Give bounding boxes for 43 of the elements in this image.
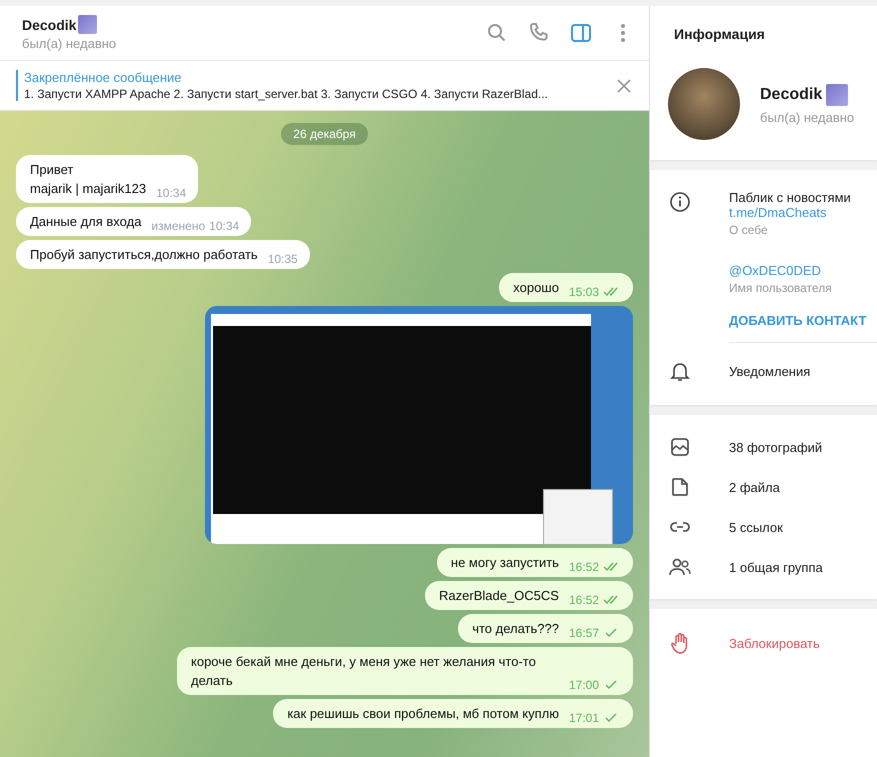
pinned-text: 1. Запусти XAMPP Apache 2. Запусти start_server.bat 3. Запусти CSGO 4. Запусти RazerBlad... bbox=[24, 87, 549, 101]
close-icon[interactable] bbox=[615, 76, 633, 94]
message-text: Привет majarik | majarik123 bbox=[30, 161, 146, 198]
photo-icon bbox=[668, 435, 692, 459]
edited-label: изменено bbox=[151, 219, 206, 233]
message-text: не могу запустить bbox=[450, 554, 559, 572]
message-text: что делать??? bbox=[472, 620, 559, 638]
message-text: хорошо bbox=[513, 279, 559, 297]
message-text: короче бекай мне деньги, у меня уже нет желания что-то делать bbox=[191, 653, 537, 690]
message-time: 17:00 bbox=[568, 678, 599, 692]
message-text: Данные для входа bbox=[30, 213, 142, 231]
message-text: RazerBlade_OC5CS bbox=[439, 587, 559, 605]
message-time: 10:35 bbox=[268, 252, 298, 266]
media-count-item[interactable]: 38 фотографий bbox=[729, 440, 822, 454]
panel-title: Информация bbox=[673, 25, 766, 44]
message-time: 16:52 bbox=[568, 560, 599, 574]
block-user-button[interactable]: Заблокировать bbox=[729, 636, 820, 650]
media-count-item[interactable]: 1 общая группа bbox=[729, 560, 823, 574]
media-count-item[interactable]: 2 файла bbox=[729, 480, 780, 494]
profile-name: Decodik bbox=[760, 86, 822, 104]
message-time: 15:03 bbox=[568, 285, 599, 299]
info-icon bbox=[668, 190, 692, 214]
message-time: 10:34 bbox=[209, 219, 240, 233]
screenshot-picture[interactable] bbox=[205, 306, 633, 544]
emoji-picture bbox=[78, 15, 98, 34]
date-badge: 26 декабря bbox=[281, 123, 368, 145]
username-label: Имя пользователя bbox=[729, 281, 833, 295]
about-label: О себе bbox=[729, 223, 769, 237]
message-time: 17:01 bbox=[568, 711, 599, 725]
last-seen-status: был(а) недавно bbox=[760, 110, 854, 124]
media-count-item[interactable]: 5 ссылок bbox=[729, 520, 783, 534]
emoji-picture bbox=[826, 84, 848, 106]
pinned-title: Закреплённое сообщение bbox=[24, 70, 183, 85]
message-time: 16:52 bbox=[568, 593, 599, 607]
notifications-label[interactable]: Уведомления bbox=[729, 364, 810, 378]
contact-name: Decodik bbox=[22, 16, 76, 32]
message-time: 16:57 bbox=[568, 626, 599, 640]
message-time: 10:34 bbox=[156, 186, 186, 200]
pinned-message-bar[interactable]: Закреплённое сообщение 1. Запусти XAMPP Apache 2. Запусти start_server.bat 3. Запусти CSGO 4. Запусти RazerBlad... bbox=[0, 61, 649, 111]
message-text: Пробуй запуститься,должно работать bbox=[30, 246, 258, 264]
about-text: Паблик с новостями bbox=[729, 190, 851, 205]
last-seen-status: был(а) недавно bbox=[22, 36, 118, 51]
message-text: как решишь свои проблемы, мб потом куплю bbox=[287, 705, 559, 723]
